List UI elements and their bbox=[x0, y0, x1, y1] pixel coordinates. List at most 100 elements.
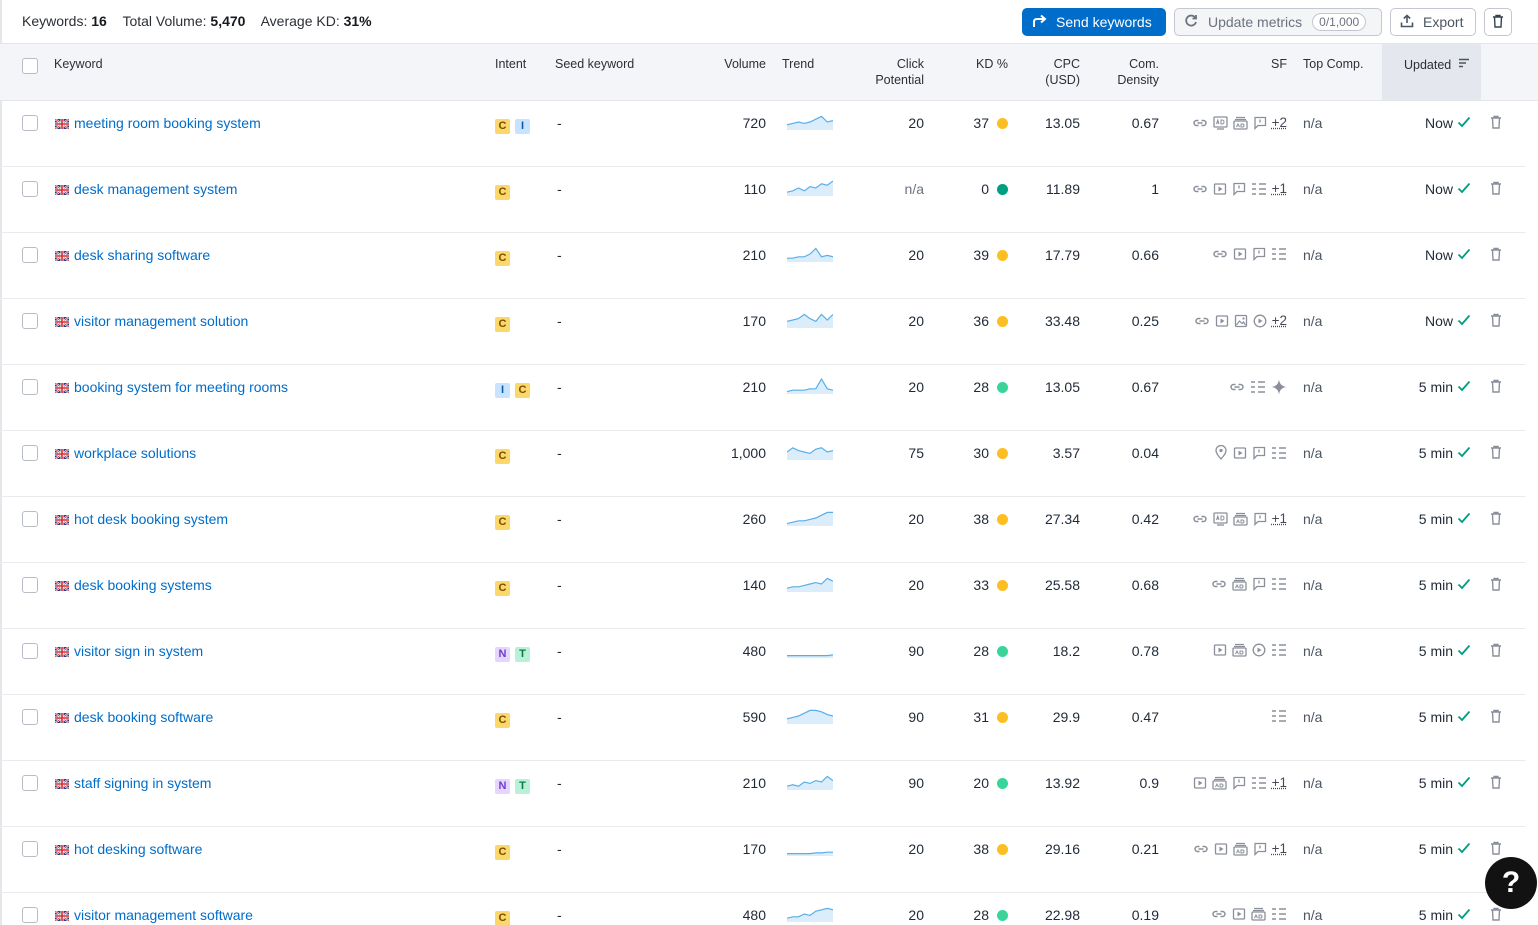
sf-more-count[interactable]: +1 bbox=[1272, 511, 1287, 526]
kd-value: 39 bbox=[973, 247, 989, 263]
keyword-link[interactable]: desk management system bbox=[74, 181, 237, 197]
trash-icon[interactable] bbox=[1490, 577, 1502, 594]
keyword-link[interactable]: meeting room booking system bbox=[74, 115, 261, 131]
serp-features[interactable]: +1 bbox=[1170, 167, 1287, 207]
serp-features[interactable] bbox=[1170, 695, 1287, 735]
com-density-value: 0.67 bbox=[1100, 115, 1159, 131]
trash-icon[interactable] bbox=[1490, 181, 1502, 198]
serp-features[interactable] bbox=[1170, 629, 1287, 669]
row-checkbox[interactable] bbox=[22, 313, 38, 329]
row-checkbox[interactable] bbox=[22, 511, 38, 527]
trash-icon[interactable] bbox=[1490, 709, 1502, 726]
sf-more-count[interactable]: +2 bbox=[1272, 313, 1287, 328]
row-checkbox[interactable] bbox=[22, 709, 38, 725]
keyword-link[interactable]: staff signing in system bbox=[74, 775, 211, 791]
send-keywords-button[interactable]: Send keywords bbox=[1022, 8, 1166, 36]
column-kd[interactable]: KD % bbox=[950, 56, 1008, 72]
column-sf[interactable]: SF bbox=[1240, 56, 1287, 72]
serp-features[interactable] bbox=[1170, 233, 1287, 273]
sf-more-count[interactable]: +1 bbox=[1272, 841, 1287, 856]
row-checkbox[interactable] bbox=[22, 577, 38, 593]
trash-icon[interactable] bbox=[1490, 379, 1502, 396]
serp-features[interactable] bbox=[1170, 365, 1287, 405]
serp-features[interactable]: +2 bbox=[1170, 101, 1287, 141]
delete-selected-button[interactable] bbox=[1484, 8, 1512, 36]
kd-cell: 20 bbox=[940, 775, 1008, 791]
list-icon bbox=[1251, 776, 1267, 790]
row-checkbox[interactable] bbox=[22, 115, 38, 131]
upload-icon bbox=[1400, 14, 1414, 31]
image-pack-icon bbox=[1232, 643, 1247, 657]
column-trend[interactable]: Trend bbox=[782, 56, 814, 72]
trash-icon[interactable] bbox=[1490, 841, 1502, 858]
keyword-link[interactable]: desk booking software bbox=[74, 709, 213, 725]
column-volume[interactable]: Volume bbox=[700, 56, 766, 72]
help-button[interactable]: ? bbox=[1485, 857, 1537, 909]
serp-features[interactable] bbox=[1170, 563, 1287, 603]
keyword-link[interactable]: workplace solutions bbox=[74, 445, 196, 461]
keyword-link[interactable]: hot desk booking system bbox=[74, 511, 228, 527]
keyword-link[interactable]: visitor management software bbox=[74, 907, 253, 923]
column-intent[interactable]: Intent bbox=[495, 56, 526, 72]
serp-features[interactable] bbox=[1170, 893, 1287, 925]
sf-more-count[interactable]: +2 bbox=[1272, 115, 1287, 130]
seed-keyword: - bbox=[557, 379, 562, 395]
keyword-link[interactable]: hot desking software bbox=[74, 841, 202, 857]
serp-features[interactable]: +1 bbox=[1170, 497, 1287, 537]
select-all-checkbox[interactable] bbox=[22, 58, 38, 74]
keyword-link[interactable]: visitor sign in system bbox=[74, 643, 203, 659]
row-checkbox[interactable] bbox=[22, 841, 38, 857]
trash-icon[interactable] bbox=[1490, 907, 1502, 924]
video-icon bbox=[1233, 247, 1247, 261]
seed-keyword: - bbox=[557, 643, 562, 659]
update-metrics-button[interactable]: Update metrics 0/1,000 bbox=[1174, 8, 1382, 36]
column-updated[interactable]: Updated bbox=[1382, 44, 1481, 100]
keyword-link[interactable]: desk sharing software bbox=[74, 247, 210, 263]
trash-icon[interactable] bbox=[1490, 115, 1502, 132]
trend-sparkline bbox=[787, 904, 833, 925]
com-density-value: 0.66 bbox=[1100, 247, 1159, 263]
row-checkbox[interactable] bbox=[22, 379, 38, 395]
trash-icon[interactable] bbox=[1490, 643, 1502, 660]
serp-features[interactable]: +1 bbox=[1170, 761, 1287, 801]
trash-icon[interactable] bbox=[1490, 775, 1502, 792]
row-checkbox[interactable] bbox=[22, 247, 38, 263]
trash-icon[interactable] bbox=[1490, 511, 1502, 528]
row-checkbox[interactable] bbox=[22, 775, 38, 791]
link-icon bbox=[1229, 381, 1245, 393]
kd-difficulty-dot bbox=[997, 184, 1008, 195]
export-button[interactable]: Export bbox=[1390, 8, 1476, 36]
row-checkbox[interactable] bbox=[22, 181, 38, 197]
volume-value: 480 bbox=[700, 643, 766, 659]
column-cpc[interactable]: CPC (USD) bbox=[1030, 56, 1080, 88]
keyword-link[interactable]: desk booking systems bbox=[74, 577, 212, 593]
list-icon bbox=[1251, 182, 1267, 196]
serp-features[interactable] bbox=[1170, 431, 1287, 471]
row-checkbox[interactable] bbox=[22, 643, 38, 659]
kd-value: 20 bbox=[973, 775, 989, 791]
column-keyword[interactable]: Keyword bbox=[54, 56, 103, 72]
trash-icon[interactable] bbox=[1490, 445, 1502, 462]
com-density-value: 0.47 bbox=[1100, 709, 1159, 725]
trash-icon[interactable] bbox=[1490, 313, 1502, 330]
top-competitors-value: n/a bbox=[1303, 247, 1322, 263]
intent-badges: C bbox=[495, 710, 515, 728]
updated-value: 5 min bbox=[1380, 445, 1453, 461]
sf-more-count[interactable]: +1 bbox=[1272, 775, 1287, 790]
row-checkbox[interactable] bbox=[22, 445, 38, 461]
kd-difficulty-dot bbox=[997, 514, 1008, 525]
column-com-density[interactable]: Com. Density bbox=[1100, 56, 1159, 88]
updated-value: Now bbox=[1380, 313, 1453, 329]
help-label: ? bbox=[1502, 866, 1520, 900]
column-top-competitors[interactable]: Top Comp. bbox=[1303, 56, 1363, 72]
trash-icon[interactable] bbox=[1490, 247, 1502, 264]
keyword-link[interactable]: booking system for meeting rooms bbox=[74, 379, 288, 395]
row-checkbox[interactable] bbox=[22, 907, 38, 923]
top-competitors-value: n/a bbox=[1303, 841, 1322, 857]
sf-more-count[interactable]: +1 bbox=[1272, 181, 1287, 196]
column-seed-keyword[interactable]: Seed keyword bbox=[555, 56, 634, 72]
column-click-potential[interactable]: Click Potential bbox=[854, 56, 924, 88]
keyword-link[interactable]: visitor management solution bbox=[74, 313, 248, 329]
serp-features[interactable]: +2 bbox=[1170, 299, 1287, 339]
serp-features[interactable]: +1 bbox=[1170, 827, 1287, 867]
